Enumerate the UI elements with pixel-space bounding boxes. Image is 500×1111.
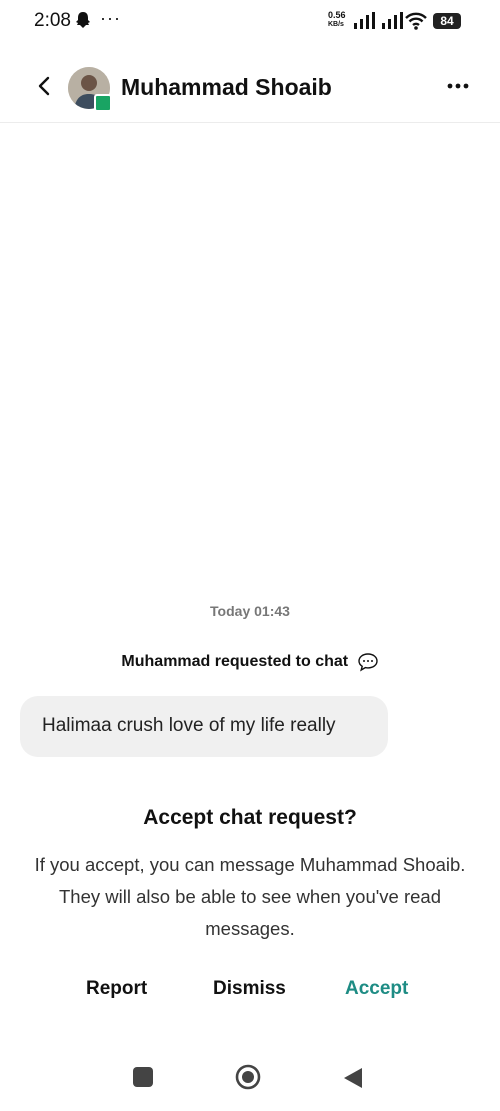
- status-more-icon: ···: [100, 8, 121, 28]
- incoming-message-bubble[interactable]: Halimaa crush love of my life really: [20, 696, 388, 757]
- status-time: 2:08: [34, 10, 71, 31]
- status-bar: 2:08 ··· 0.56 KB/s 84: [0, 0, 500, 44]
- nav-back-icon[interactable]: [342, 1066, 364, 1090]
- wifi-icon: [405, 12, 427, 30]
- chat-bubble-icon: [357, 653, 378, 672]
- recent-apps-icon[interactable]: [133, 1067, 153, 1087]
- home-icon[interactable]: [235, 1064, 261, 1090]
- message-text: Halimaa crush love of my life really: [42, 715, 336, 736]
- network-speed: 0.56 KB/s: [328, 10, 346, 28]
- accept-button[interactable]: Accept: [345, 978, 408, 1000]
- accept-request-title: Accept chat request?: [143, 806, 357, 829]
- chat-request-text: Muhammad requested to chat: [121, 653, 349, 671]
- more-icon[interactable]: [444, 78, 472, 94]
- dismiss-button[interactable]: Dismiss: [213, 978, 286, 1000]
- contact-name[interactable]: Muhammad Shoaib: [121, 74, 332, 101]
- signal-icon: [354, 12, 375, 29]
- ghost-icon: [76, 12, 90, 28]
- chat-request-notice: Muhammad requested to chat: [0, 652, 500, 672]
- back-arrow-icon[interactable]: [30, 72, 58, 100]
- whatsapp-badge-icon: [94, 94, 112, 112]
- accept-request-description: If you accept, you can message Muhammad …: [34, 854, 466, 939]
- signal-icon: [382, 12, 403, 29]
- report-button[interactable]: Report: [86, 978, 147, 1000]
- chat-header: Muhammad Shoaib: [0, 50, 500, 123]
- message-timestamp: Today 01:43: [210, 603, 290, 619]
- request-actions: Report Dismiss Accept: [0, 978, 500, 1008]
- battery-indicator: 84: [433, 13, 461, 29]
